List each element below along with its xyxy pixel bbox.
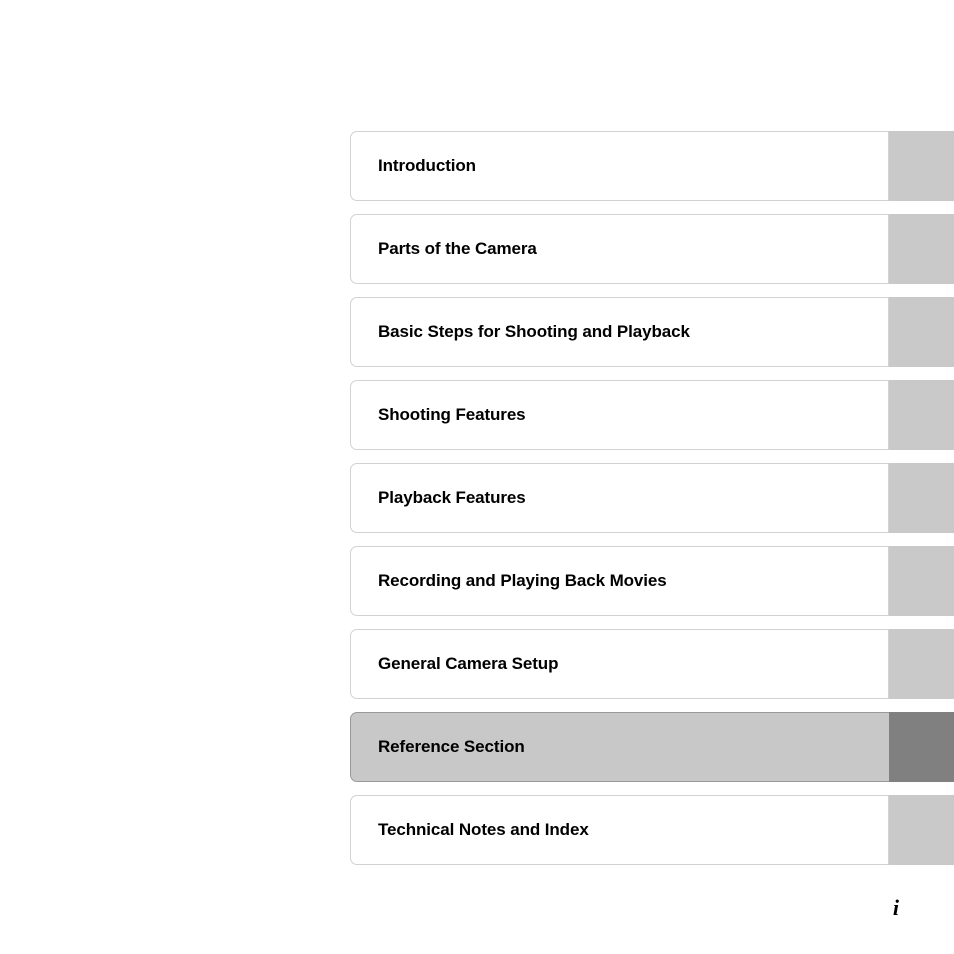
thumb-index-tab[interactable] xyxy=(889,380,954,450)
chapter-index-item-reference-section[interactable]: Reference Section xyxy=(350,712,954,782)
chapter-label: Basic Steps for Shooting and Playback xyxy=(378,321,690,341)
chapter-card[interactable]: Introduction xyxy=(350,131,889,201)
chapter-label: Technical Notes and Index xyxy=(378,819,589,839)
thumb-index-tab[interactable] xyxy=(889,546,954,616)
thumb-index-tab[interactable] xyxy=(889,463,954,533)
chapter-index-item-parts-of-the-camera[interactable]: Parts of the Camera xyxy=(350,214,954,284)
manual-divider-page: Introduction Parts of the Camera Basic S… xyxy=(0,0,954,954)
thumb-index-tab[interactable] xyxy=(889,214,954,284)
chapter-card-active[interactable]: Reference Section xyxy=(350,712,889,782)
chapter-label: General Camera Setup xyxy=(378,653,559,673)
chapter-card[interactable]: Shooting Features xyxy=(350,380,889,450)
chapter-card[interactable]: Parts of the Camera xyxy=(350,214,889,284)
chapter-index-list: Introduction Parts of the Camera Basic S… xyxy=(350,131,954,865)
thumb-index-tab[interactable] xyxy=(889,131,954,201)
thumb-index-tab[interactable] xyxy=(889,629,954,699)
chapter-index-item-general-camera-setup[interactable]: General Camera Setup xyxy=(350,629,954,699)
chapter-label: Shooting Features xyxy=(378,404,526,424)
page-number: i xyxy=(892,895,899,920)
chapter-index-item-basic-steps-for-shooting-and-playback[interactable]: Basic Steps for Shooting and Playback xyxy=(350,297,954,367)
chapter-card[interactable]: Playback Features xyxy=(350,463,889,533)
chapter-index-item-recording-and-playing-back-movies[interactable]: Recording and Playing Back Movies xyxy=(350,546,954,616)
chapter-label: Parts of the Camera xyxy=(378,238,537,258)
chapter-card[interactable]: Technical Notes and Index xyxy=(350,795,889,865)
chapter-card[interactable]: General Camera Setup xyxy=(350,629,889,699)
chapter-card[interactable]: Basic Steps for Shooting and Playback xyxy=(350,297,889,367)
chapter-index-item-playback-features[interactable]: Playback Features xyxy=(350,463,954,533)
thumb-index-tab[interactable] xyxy=(889,297,954,367)
chapter-card[interactable]: Recording and Playing Back Movies xyxy=(350,546,889,616)
chapter-label: Playback Features xyxy=(378,487,526,507)
chapter-label: Reference Section xyxy=(378,736,525,756)
thumb-index-tab[interactable] xyxy=(889,795,954,865)
chapter-index-item-technical-notes-and-index[interactable]: Technical Notes and Index xyxy=(350,795,954,865)
chapter-index-item-shooting-features[interactable]: Shooting Features xyxy=(350,380,954,450)
chapter-index-item-introduction[interactable]: Introduction xyxy=(350,131,954,201)
thumb-index-tab-active[interactable] xyxy=(889,712,954,782)
chapter-label: Introduction xyxy=(378,155,476,175)
chapter-label: Recording and Playing Back Movies xyxy=(378,570,667,590)
